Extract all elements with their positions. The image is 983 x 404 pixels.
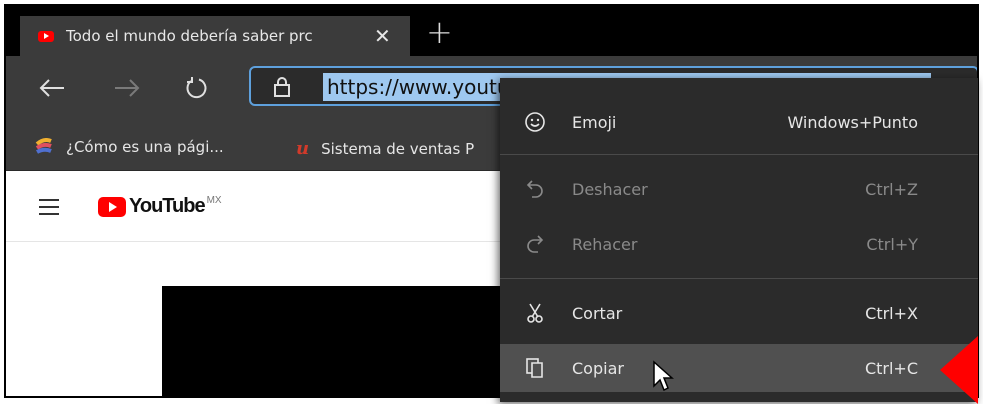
youtube-play-icon: [98, 196, 126, 217]
youtube-logo-text: YouTube: [129, 195, 206, 217]
youtube-region-label: MX: [206, 195, 222, 206]
menu-item-label: Emoji: [572, 112, 617, 132]
undo-icon: [526, 180, 543, 198]
forward-arrow-icon: [115, 79, 140, 97]
menu-item-cortar[interactable]: Cortar Ctrl+X: [500, 291, 978, 335]
tab-title: Todo el mundo debería saber prc: [66, 27, 313, 45]
stripes-logo-icon: [35, 138, 52, 154]
favorite-item-sistema-ventas[interactable]: u Sistema de ventas P: [296, 138, 474, 159]
forward-button[interactable]: [109, 70, 145, 106]
menu-item-shortcut: Windows+Punto: [787, 112, 918, 132]
refresh-button[interactable]: [178, 70, 214, 106]
lock-icon[interactable]: [273, 76, 291, 98]
menu-item-emoji[interactable]: Emoji Windows+Punto: [500, 100, 978, 144]
back-button[interactable]: [34, 70, 70, 106]
redo-icon: [527, 235, 544, 253]
hamburger-menu-icon[interactable]: [39, 199, 59, 215]
menu-item-shortcut: Ctrl+Z: [865, 179, 918, 199]
mouse-cursor-icon: [653, 360, 674, 392]
tab-strip: Todo el mundo debería saber prc ✕ +: [6, 6, 977, 56]
menu-item-deshacer[interactable]: Deshacer Ctrl+Z: [500, 167, 978, 211]
scissors-icon: [527, 303, 543, 323]
smiley-icon: [525, 112, 545, 132]
favorite-label: Sistema de ventas P: [321, 139, 475, 158]
refresh-icon: [186, 77, 207, 99]
menu-item-shortcut: Ctrl+X: [865, 303, 918, 323]
menu-item-rehacer[interactable]: Rehacer Ctrl+Y: [500, 222, 978, 266]
copy-icon: [526, 358, 543, 378]
close-tab-icon[interactable]: ✕: [374, 24, 391, 48]
back-arrow-icon: [39, 79, 64, 97]
menu-divider: [500, 154, 978, 155]
menu-item-shortcut: Ctrl+C: [864, 358, 918, 378]
menu-item-label: Cortar: [572, 303, 623, 323]
menu-divider: [500, 278, 978, 279]
menu-item-copiar[interactable]: Copiar Ctrl+C: [500, 344, 978, 392]
menu-item-label: Rehacer: [572, 234, 638, 254]
favorite-label: ¿Cómo es una pági...: [66, 138, 224, 156]
u-logo-icon: u: [296, 138, 310, 159]
red-arrow-marker-icon: [940, 336, 978, 404]
favorite-item-como-es[interactable]: ¿Cómo es una pági...: [34, 138, 224, 156]
menu-item-label: Copiar: [572, 358, 624, 378]
new-tab-button[interactable]: +: [426, 14, 453, 50]
youtube-favicon-icon: [38, 30, 54, 42]
menu-item-shortcut: Ctrl+Y: [866, 234, 918, 254]
context-menu: Emoji Windows+Punto Deshacer Ctrl+Z Reha…: [500, 78, 978, 402]
tab-youtube[interactable]: Todo el mundo debería saber prc ✕: [20, 16, 410, 56]
menu-item-label: Deshacer: [572, 179, 648, 199]
youtube-logo[interactable]: YouTube MX: [98, 195, 222, 218]
